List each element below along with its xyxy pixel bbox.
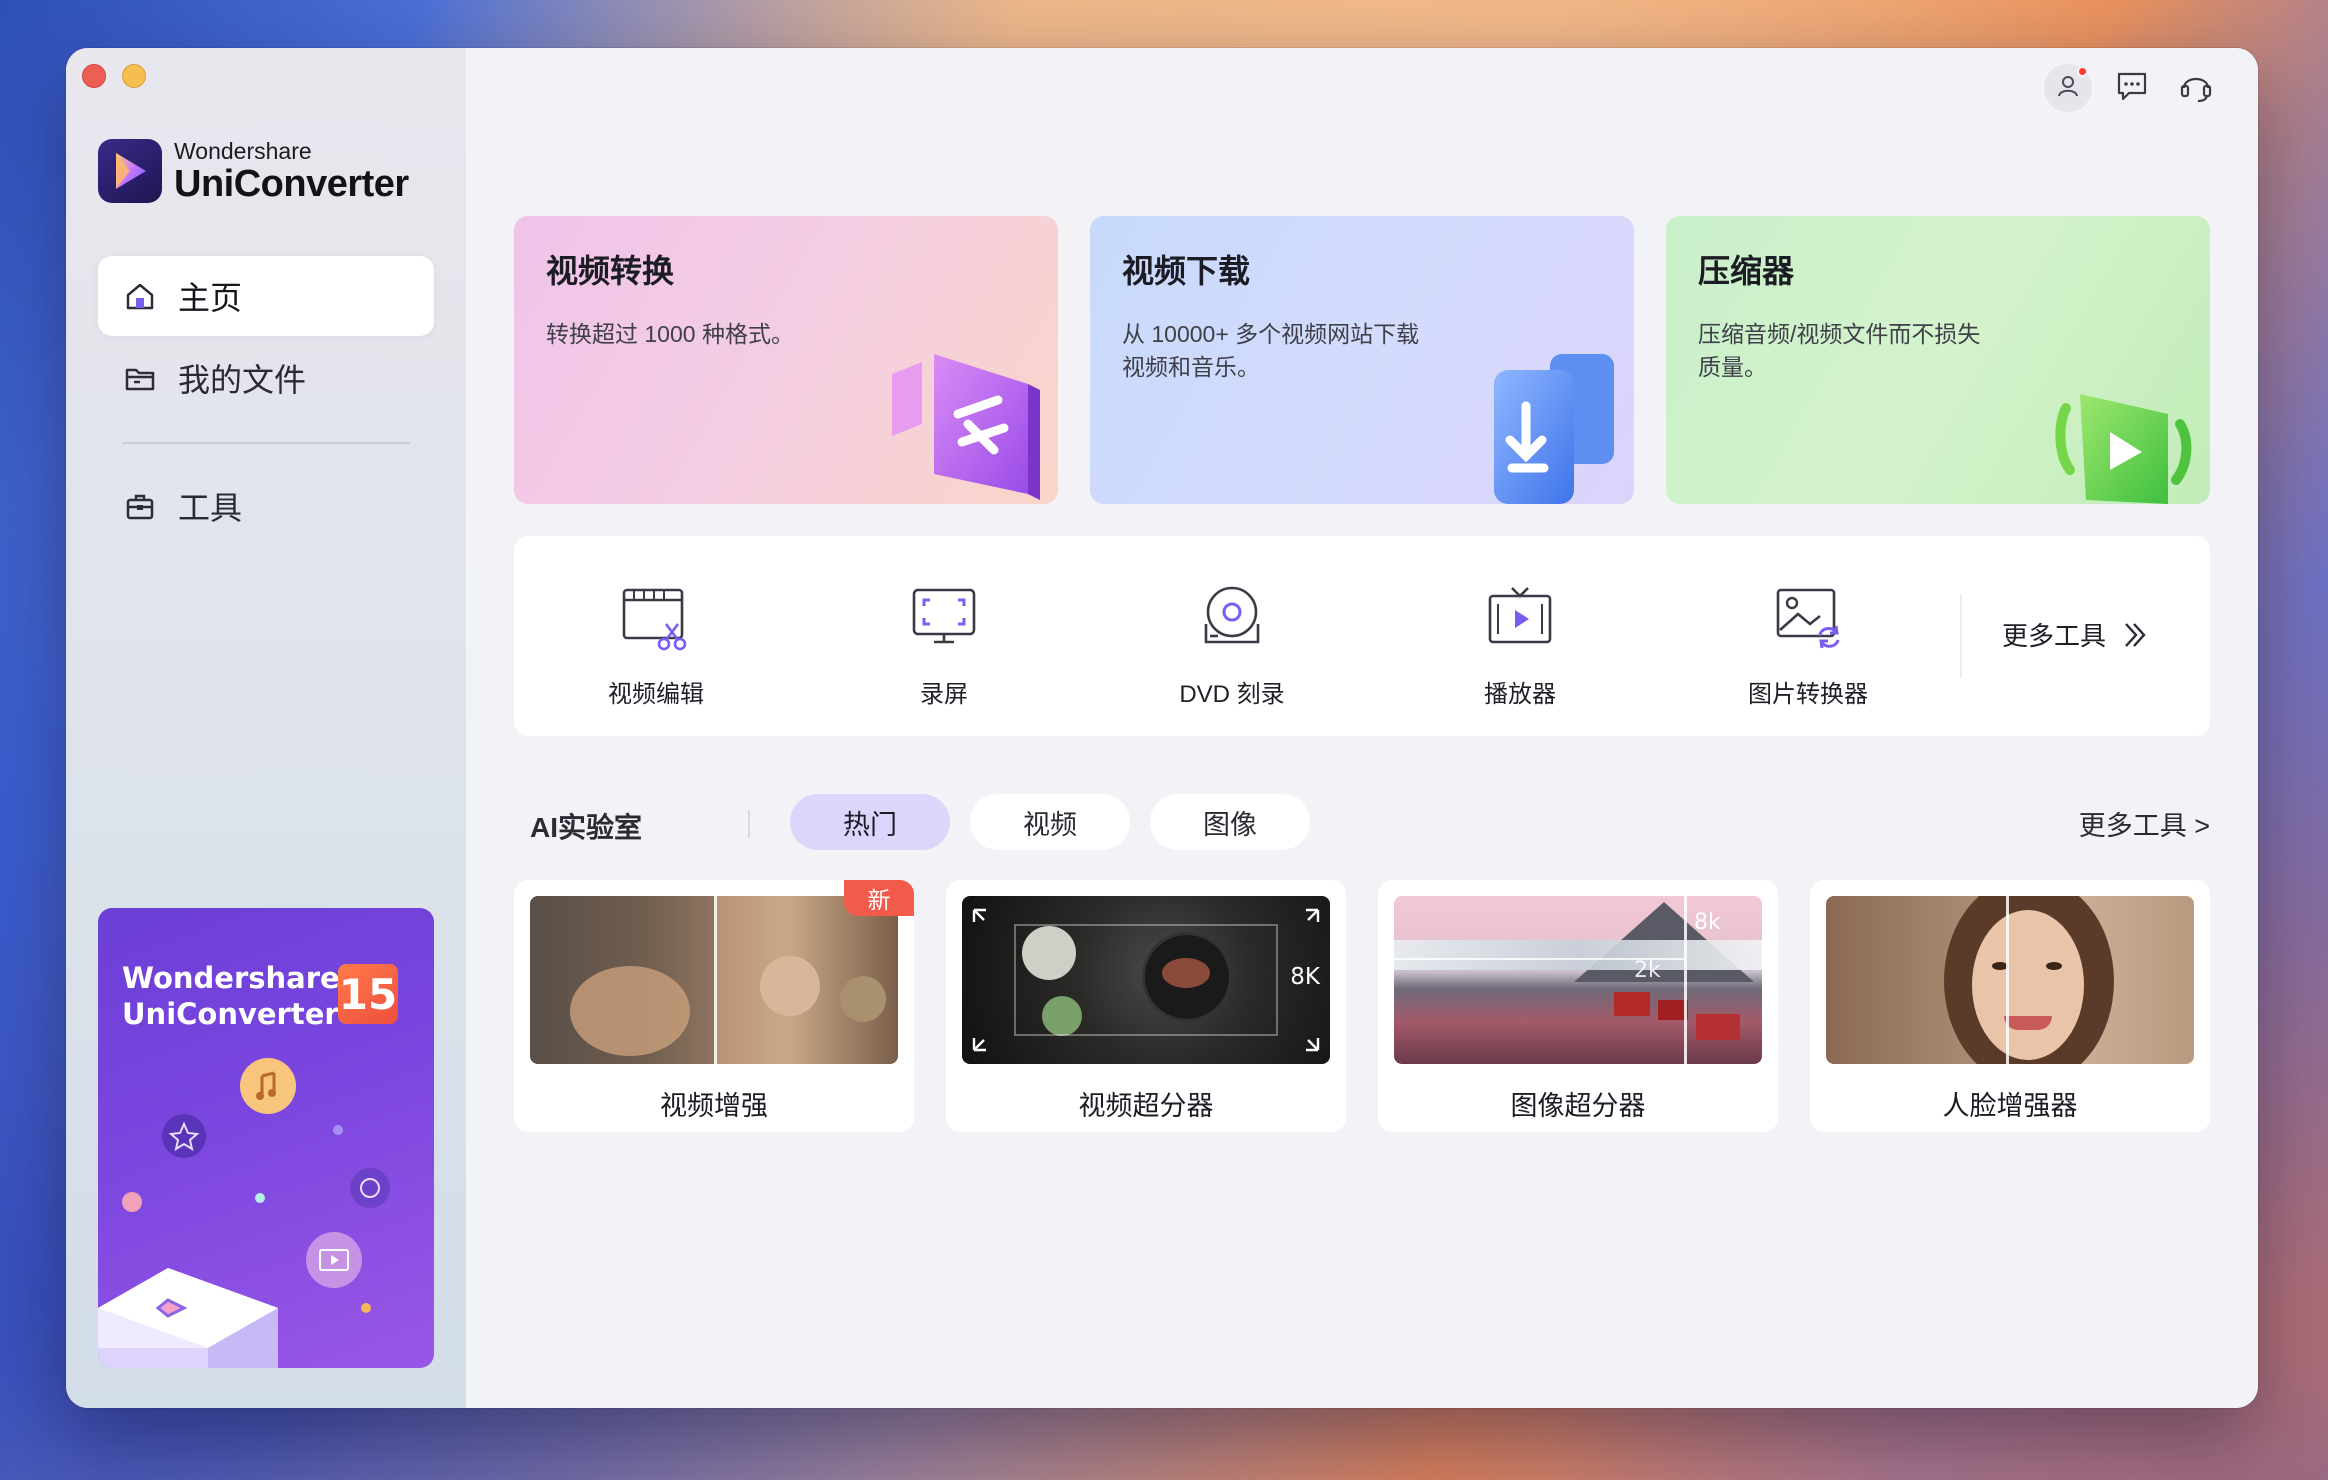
- main-content: 视频转换 转换超过 1000 种格式。 视频下载 从 10000+ 多个视频网站…: [466, 48, 2258, 1408]
- tool-dvd-burn[interactable]: DVD 刻录: [1132, 584, 1332, 709]
- ai-card-image-upscaler[interactable]: 8k 2k 图像超分器: [1378, 880, 1778, 1132]
- sidebar-item-label: 工具: [178, 490, 243, 526]
- feature-title: 压缩器: [1698, 253, 1795, 289]
- notification-dot: [2077, 66, 2088, 77]
- face-enhancer-thumbnail: [1826, 896, 2194, 1064]
- more-tools-label: 更多工具: [2002, 621, 2107, 651]
- ai-card-video-upscaler[interactable]: 8K 视频超分器: [946, 880, 1346, 1132]
- promo-banner[interactable]: Wondershare UniConverter 15: [98, 908, 434, 1368]
- sidebar: Wondershare UniConverter 主页 我的文件 工具 Wond…: [66, 48, 466, 1408]
- sidebar-item-label: 我的文件: [178, 362, 307, 398]
- download-illustration-icon: [1494, 354, 1614, 504]
- account-button[interactable]: [2044, 64, 2092, 112]
- brand-product: UniConverter: [174, 163, 409, 205]
- feature-card-video-convert[interactable]: 视频转换 转换超过 1000 种格式。: [514, 216, 1058, 504]
- feature-card-video-download[interactable]: 视频下载 从 10000+ 多个视频网站下载视频和音乐。: [1090, 216, 1634, 504]
- new-badge: 新: [844, 880, 914, 916]
- user-icon: [2055, 73, 2081, 104]
- tab-video[interactable]: 视频: [970, 794, 1130, 850]
- sidebar-divider: [122, 442, 410, 444]
- tool-player[interactable]: 播放器: [1420, 584, 1620, 709]
- card-label: 人脸增强器: [1942, 1091, 2078, 1121]
- tab-hot[interactable]: 热门: [790, 794, 950, 850]
- tool-label: 视频编辑: [608, 681, 704, 708]
- image-convert-icon: [1776, 588, 1840, 649]
- quick-tools-bar: 视频编辑 录屏 DVD 刻录 播放器 图片转换器 更多工具: [514, 536, 2210, 736]
- home-icon: [122, 278, 158, 314]
- feedback-button[interactable]: [2108, 64, 2156, 112]
- more-tools-button[interactable]: 更多工具: [2002, 616, 2150, 653]
- player-icon: [1488, 587, 1552, 644]
- sidebar-item-label: 主页: [178, 280, 243, 316]
- tool-label: 播放器: [1484, 681, 1556, 708]
- ai-lab-title: AI实验室: [530, 812, 643, 843]
- ai-more-tools-link[interactable]: 更多工具 >: [2079, 804, 2210, 843]
- ai-lab-divider: [748, 810, 750, 838]
- feature-card-compressor[interactable]: 压缩器 压缩音频/视频文件而不损失质量。: [1666, 216, 2210, 504]
- feature-title: 视频转换: [546, 253, 675, 289]
- video-enhance-thumbnail: [530, 896, 898, 1064]
- ai-card-face-enhancer[interactable]: 人脸增强器: [1810, 880, 2210, 1132]
- tab-image[interactable]: 图像: [1150, 794, 1310, 850]
- ai-card-video-enhance[interactable]: 新 视频增强: [514, 880, 914, 1132]
- support-button[interactable]: [2172, 64, 2220, 112]
- promo-illustration: [98, 1058, 390, 1368]
- headset-icon: [2178, 68, 2214, 109]
- sidebar-item-home[interactable]: 主页: [98, 256, 434, 336]
- video-upscaler-thumbnail: 8K: [962, 896, 1330, 1064]
- compare-divider: [714, 896, 717, 1064]
- dvd-burn-icon: [1204, 586, 1260, 644]
- compress-illustration-icon: [2055, 394, 2192, 504]
- tool-screen-record[interactable]: 录屏: [844, 584, 1044, 709]
- minimize-window-button[interactable]: [122, 64, 146, 88]
- upscale-2k-label: 2k: [1634, 958, 1661, 983]
- screen-record-icon: [912, 588, 976, 644]
- brand: Wondershare UniConverter: [98, 138, 409, 204]
- expand-arrows-icon: [972, 908, 1320, 1052]
- header-actions: [2044, 64, 2220, 112]
- compare-divider: [1684, 896, 1687, 1064]
- compare-divider: [2006, 896, 2009, 1064]
- tool-image-converter[interactable]: 图片转换器: [1708, 584, 1908, 709]
- sidebar-item-my-files[interactable]: 我的文件: [98, 338, 434, 418]
- tool-label: DVD 刻录: [1179, 681, 1285, 708]
- close-window-button[interactable]: [82, 64, 106, 88]
- video-edit-icon: [622, 588, 687, 651]
- card-label: 视频超分器: [1078, 1091, 1214, 1121]
- tool-video-edit[interactable]: 视频编辑: [556, 584, 756, 709]
- convert-illustration-icon: [892, 354, 1040, 500]
- tool-label: 图片转换器: [1748, 681, 1868, 708]
- app-window: Wondershare UniConverter 主页 我的文件 工具 Wond…: [66, 48, 2258, 1408]
- upscale-8k-label: 8k: [1694, 910, 1721, 935]
- feature-desc: 压缩音频/视频文件而不损失质量。: [1698, 321, 1981, 380]
- tool-label: 录屏: [920, 681, 968, 708]
- card-label: 图像超分器: [1510, 1091, 1646, 1121]
- card-label: 视频增强: [660, 1091, 768, 1121]
- feature-desc: 从 10000+ 多个视频网站下载视频和音乐。: [1122, 321, 1420, 380]
- toolbox-icon: [122, 488, 158, 524]
- feature-title: 视频下载: [1122, 253, 1251, 289]
- sidebar-item-tools[interactable]: 工具: [98, 466, 434, 546]
- brand-company: Wondershare: [174, 138, 312, 164]
- folder-icon: [122, 360, 158, 396]
- image-upscaler-thumbnail: 8k 2k: [1394, 896, 1762, 1064]
- uniconverter-logo-icon: [98, 139, 162, 203]
- chat-icon: [2115, 69, 2149, 108]
- double-chevron-right-icon: [2120, 620, 2150, 650]
- toolbar-divider: [1960, 594, 1962, 678]
- feature-desc: 转换超过 1000 种格式。: [546, 321, 794, 347]
